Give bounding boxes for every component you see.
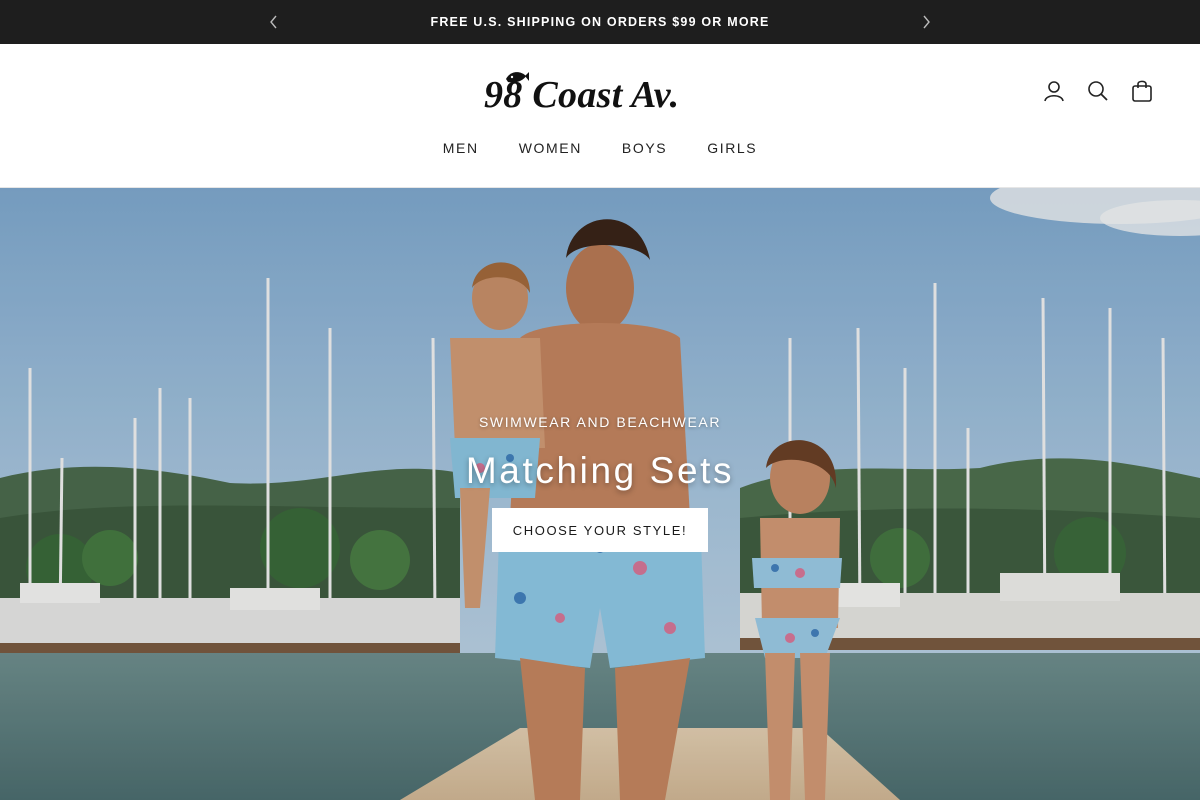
hero-banner: SWIMWEAR AND BEACHWEAR Matching Sets CHO… bbox=[0, 188, 1200, 800]
chevron-left-icon bbox=[270, 15, 277, 29]
account-button[interactable] bbox=[1042, 78, 1066, 104]
search-icon bbox=[1088, 81, 1108, 101]
announcement-next-button[interactable] bbox=[916, 12, 936, 32]
hero-title: Matching Sets bbox=[465, 450, 735, 491]
fish-logo-icon bbox=[506, 72, 529, 83]
nav-item-boys[interactable]: BOYS bbox=[622, 140, 667, 156]
account-icon bbox=[1044, 81, 1064, 102]
hero-eyebrow: SWIMWEAR AND BEACHWEAR bbox=[478, 414, 722, 430]
announcement-bar: FREE U.S. SHIPPING ON ORDERS $99 OR MORE bbox=[0, 0, 1200, 44]
choose-style-button[interactable]: CHOOSE YOUR STYLE! bbox=[492, 508, 708, 552]
search-button[interactable] bbox=[1086, 78, 1110, 104]
cart-button[interactable] bbox=[1130, 78, 1154, 104]
announcement-text: FREE U.S. SHIPPING ON ORDERS $99 OR MORE bbox=[430, 15, 770, 29]
hero-content: SWIMWEAR AND BEACHWEAR Matching Sets CHO… bbox=[0, 414, 1200, 552]
nav-item-girls[interactable]: GIRLS bbox=[707, 140, 757, 156]
site-header: 98 Coast Av. MEN WOMEN BOYS GIRLS bbox=[0, 44, 1200, 188]
main-navigation: MEN WOMEN BOYS GIRLS bbox=[0, 140, 1200, 156]
cart-bag-icon bbox=[1132, 80, 1152, 102]
nav-item-men[interactable]: MEN bbox=[443, 140, 479, 156]
announcement-prev-button[interactable] bbox=[264, 12, 284, 32]
site-logo[interactable]: 98 Coast Av. bbox=[484, 66, 720, 120]
header-actions bbox=[1042, 78, 1154, 104]
chevron-right-icon bbox=[923, 15, 930, 29]
nav-item-women[interactable]: WOMEN bbox=[519, 140, 582, 156]
